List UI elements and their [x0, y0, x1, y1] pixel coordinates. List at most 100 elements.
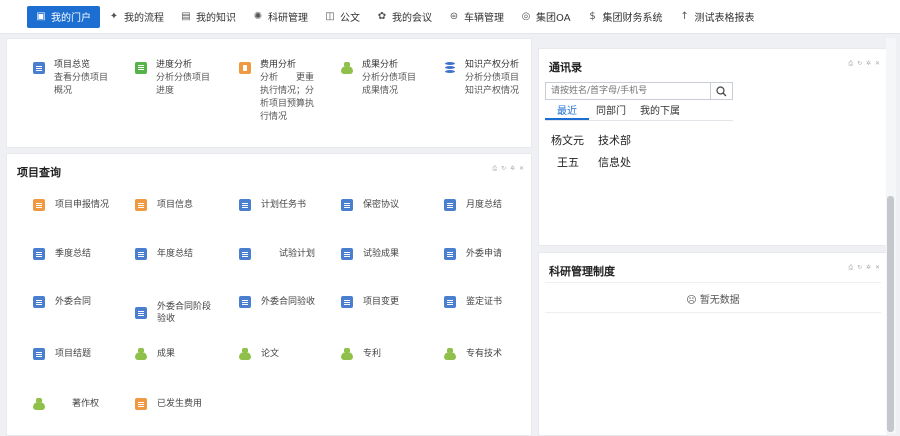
query-item[interactable]: 试验成果: [341, 248, 399, 260]
panel-tools[interactable]: ⎙ ↻ ✲ ✕: [848, 264, 881, 272]
meeting-icon: ✿: [377, 11, 387, 22]
summary-title: 进度分析: [156, 60, 193, 70]
page-scrollbar[interactable]: [886, 38, 896, 434]
tab-0[interactable]: 最近: [545, 104, 589, 120]
query-item[interactable]: 年度总结: [135, 248, 193, 260]
query-item[interactable]: 项目申报情况: [33, 199, 109, 211]
nav-item-4[interactable]: ◫ 公文: [316, 6, 368, 28]
nav-label: 我的知识: [196, 13, 236, 24]
query-item[interactable]: 季度总结: [33, 248, 91, 260]
project-query-panel: 项目查询 ⎙ ↻ ✲ ✕: [6, 153, 532, 436]
bag-icon: [33, 398, 45, 410]
query-item[interactable]: 外委申请: [444, 248, 502, 260]
panel-tools[interactable]: ⎙ ↻ ✲ ✕: [492, 165, 525, 173]
summary-item[interactable]: 成果分析 分析分债项目 成果情况: [341, 59, 416, 98]
summary-desc-line: 知识产权情况: [465, 86, 520, 96]
query-item[interactable]: 外委合同阶段验收: [135, 301, 211, 325]
query-item[interactable]: 专有技术: [444, 348, 502, 360]
summary-desc-line: 执行情况；分: [260, 86, 315, 96]
doc-icon: [33, 296, 45, 308]
query-item-label: 外委合同: [55, 297, 92, 307]
doc-icon: [135, 307, 147, 319]
doc-icon: [239, 296, 251, 308]
orange-doc-icon: [135, 199, 147, 211]
summary-title: 成果分析: [362, 60, 399, 70]
money-icon: $: [589, 11, 596, 22]
summary-item[interactable]: 知识产权分析 分析分债项目 知识产权情况: [444, 59, 519, 98]
nav-item-3[interactable]: ✺ 科研管理: [244, 6, 316, 28]
query-item[interactable]: 专利: [341, 348, 381, 360]
query-item[interactable]: 项目信息: [135, 199, 193, 211]
bag-icon: [341, 348, 353, 360]
tab-2[interactable]: 我的下属: [633, 104, 687, 120]
panel-tools[interactable]: ⎙ ↻ ✲ ✕: [848, 60, 881, 68]
query-item[interactable]: 项目结题: [33, 348, 91, 360]
nav-item-8[interactable]: $ 集团财务系统: [579, 6, 671, 28]
summary-item[interactable]: 项目总览 查看分债项目 概况: [33, 59, 108, 98]
contact-tabs: 最近 同部门 我的下属: [545, 104, 687, 120]
empty-face-icon: ☹: [686, 295, 697, 306]
orange-doc-icon: [135, 398, 147, 410]
query-item-label: 外委申请: [466, 249, 503, 259]
nav-item-6[interactable]: ⊜ 车辆管理: [440, 6, 512, 28]
empty-text: 暂无数据: [699, 295, 740, 306]
summary-text: 费用分析 分析 更重 执行情况；分 析项目预算执 行情况: [260, 59, 314, 124]
query-item-label: 试验成果: [363, 249, 400, 259]
nav-item-0[interactable]: ▣ 我的门户: [27, 5, 100, 28]
doc-icon: [33, 248, 45, 260]
summary-text: 成果分析 分析分债项目 成果情况: [362, 59, 416, 98]
summary-desc-line: 进度: [156, 86, 175, 96]
doc-icon: [239, 248, 251, 260]
doc-icon: [341, 296, 353, 308]
query-item[interactable]: 鉴定证书: [444, 296, 502, 308]
doc-icon: [341, 248, 353, 260]
query-item[interactable]: 成果: [135, 348, 175, 360]
query-item[interactable]: 论文: [239, 348, 279, 360]
divider: [545, 282, 881, 283]
query-item[interactable]: 外委合同验收: [239, 296, 315, 308]
contact-row[interactable]: 王五 信息处: [557, 154, 631, 170]
scrollbar-thumb[interactable]: [887, 196, 894, 432]
tab-1[interactable]: 同部门: [589, 104, 633, 120]
nav-item-2[interactable]: ▤ 我的知识: [172, 6, 244, 28]
gear-icon: ✺: [253, 11, 263, 22]
contact-name: 王五: [557, 156, 579, 169]
summary-desc-line: 分析 更重: [260, 73, 315, 83]
query-item[interactable]: 试验计划: [239, 248, 315, 260]
query-item[interactable]: 项目变更: [341, 296, 399, 308]
query-item[interactable]: 月度总结: [444, 199, 502, 211]
query-item[interactable]: 计划任务书: [239, 199, 306, 211]
summary-desc-line: 概况: [54, 86, 73, 96]
flow-icon: ✦: [109, 11, 119, 22]
nav-item-1[interactable]: ✦ 我的流程: [100, 6, 172, 28]
summary-item[interactable]: 进度分析 分析分债项目 进度: [135, 59, 210, 98]
query-item[interactable]: 著作权: [33, 398, 99, 410]
briefcase-icon: ◫: [325, 11, 335, 22]
summary-item[interactable]: 费用分析 分析 更重 执行情况；分 析项目预算执 行情况: [239, 59, 314, 124]
query-item[interactable]: 外委合同: [33, 296, 91, 308]
query-item-label: 季度总结: [55, 249, 92, 259]
query-item-label: 专利: [363, 349, 382, 359]
nav-label: 我的门户: [51, 13, 91, 24]
query-item-label: 论文: [261, 349, 280, 359]
nav-item-7[interactable]: ◎ 集团OA: [512, 6, 579, 28]
summary-desc-line: 查看分债项目: [54, 73, 109, 83]
query-item[interactable]: 已发生费用: [135, 398, 202, 410]
doc-icon: [444, 199, 456, 211]
nav-item-5[interactable]: ✿ 我的会议: [368, 6, 440, 28]
bag-icon: [239, 348, 251, 360]
summary-desc-line: 分析分债项目: [362, 73, 417, 83]
nav-item-9[interactable]: ↑ 测试表格报表: [671, 6, 763, 28]
nav-label: 集团OA: [536, 13, 571, 24]
search-input[interactable]: [546, 83, 710, 99]
car-icon: ⊜: [449, 11, 459, 22]
orange-doc-icon: [33, 199, 45, 211]
tab-underline: [545, 120, 733, 121]
empty-state: ☹ 暂无数据: [538, 291, 888, 306]
bag-icon: [444, 348, 456, 360]
panel-title: 科研管理制度: [549, 265, 615, 278]
query-item[interactable]: 保密协议: [341, 199, 399, 211]
search-button[interactable]: [710, 83, 732, 99]
contact-row[interactable]: 杨文元 技术部: [551, 132, 631, 148]
query-item-label: 成果: [157, 349, 176, 359]
